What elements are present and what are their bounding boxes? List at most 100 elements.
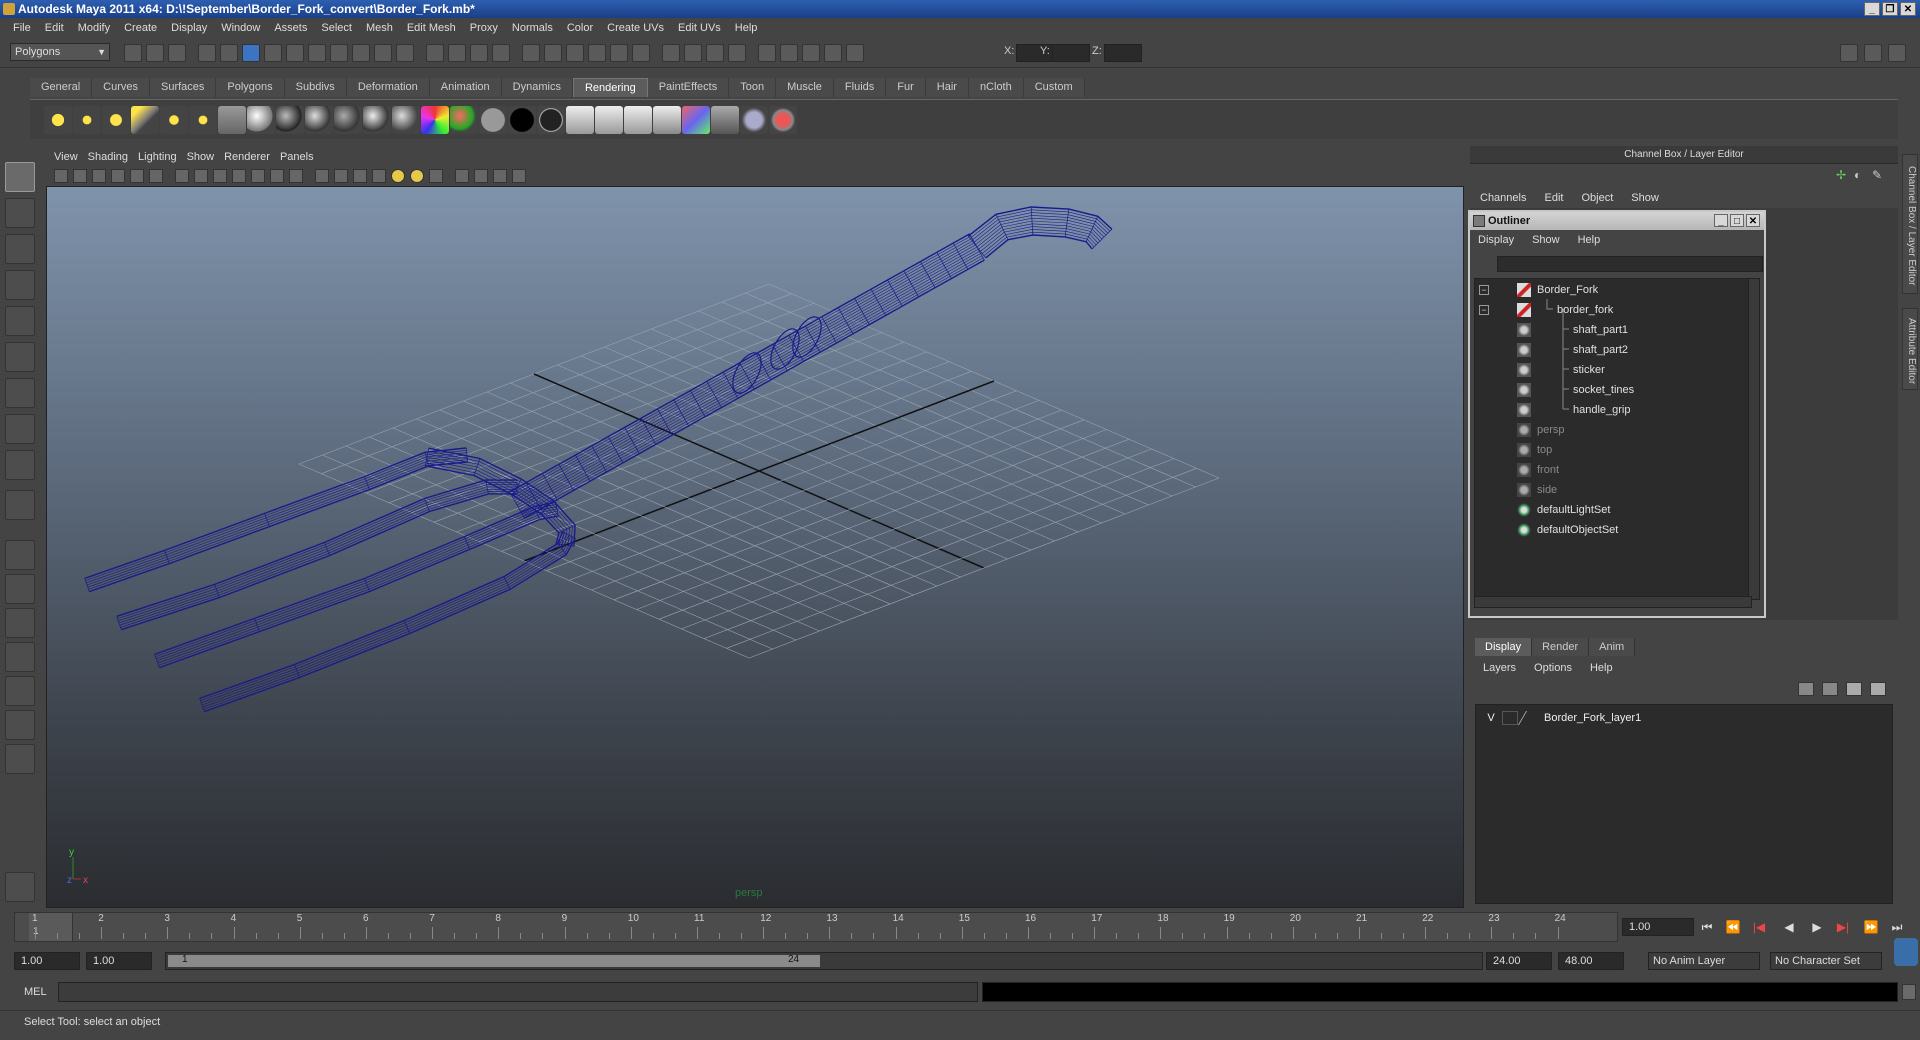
menu-display[interactable]: Display: [164, 22, 214, 34]
menu-create-uvs[interactable]: Create UVs: [600, 22, 671, 34]
spot-light-icon[interactable]: [131, 106, 159, 134]
render-current-icon[interactable]: [632, 44, 650, 62]
paint-effects-icon[interactable]: [769, 106, 797, 134]
image-plane-icon[interactable]: [111, 169, 125, 183]
menu-file[interactable]: File: [6, 22, 38, 34]
render-view-icon[interactable]: [653, 106, 681, 134]
restore-button[interactable]: ❐: [1882, 2, 1898, 16]
last-tool-icon[interactable]: [5, 490, 35, 520]
camera-icon[interactable]: [218, 106, 246, 134]
select-tool-icon[interactable]: [5, 162, 35, 192]
wireframe-icon[interactable]: [315, 169, 329, 183]
shelf-tab-custom[interactable]: Custom: [1023, 78, 1085, 97]
outliner-maximize-button[interactable]: □: [1730, 214, 1744, 227]
viewport-menu-renderer[interactable]: Renderer: [224, 151, 278, 163]
viewport-menu-show[interactable]: Show: [187, 151, 223, 163]
shelf-tab-fluids[interactable]: Fluids: [833, 78, 887, 97]
grease-pencil-icon[interactable]: [149, 169, 163, 183]
volume-light-icon[interactable]: [189, 106, 217, 134]
select-by-component-icon[interactable]: [242, 44, 260, 62]
isolate-select-icon[interactable]: [455, 169, 469, 183]
menu-select[interactable]: Select: [314, 22, 359, 34]
viewport-menu-panels[interactable]: Panels: [280, 151, 322, 163]
scale-tool-icon[interactable]: [5, 342, 35, 372]
new-layer-selected-icon[interactable]: [1822, 682, 1838, 696]
manipulator-tool-icon[interactable]: [5, 378, 35, 408]
shelf-tab-polygons[interactable]: Polygons: [216, 78, 285, 97]
render-settings-icon[interactable]: [624, 106, 652, 134]
toggle-tool-settings-icon[interactable]: [1888, 44, 1906, 62]
menu-set-dropdown[interactable]: Polygons ▼: [10, 43, 110, 61]
outliner-item[interactable]: shaft_part2: [1475, 341, 1751, 359]
step-forward-key-icon[interactable]: ▶|: [1832, 918, 1854, 936]
layer-row[interactable]: V Border_Fork_layer1: [1476, 709, 1892, 727]
high-quality-icon[interactable]: [429, 169, 443, 183]
menu-edit[interactable]: Edit: [38, 22, 71, 34]
layer-tab-display[interactable]: Display: [1475, 638, 1533, 656]
menu-color[interactable]: Color: [560, 22, 600, 34]
lock-selection-icon[interactable]: [264, 44, 282, 62]
toggle-channel-box-icon[interactable]: [1840, 44, 1858, 62]
viewport-menu-view[interactable]: View: [54, 151, 86, 163]
new-scene-icon[interactable]: [124, 44, 142, 62]
snap-view-plane-icon[interactable]: [544, 44, 562, 62]
bookmarks-icon[interactable]: [92, 169, 106, 183]
script-editor-icon[interactable]: [5, 872, 35, 902]
snap-grid-icon[interactable]: [470, 44, 488, 62]
new-layer-icon[interactable]: [1798, 682, 1814, 696]
save-scene-icon[interactable]: [168, 44, 186, 62]
safe-action-icon[interactable]: [270, 169, 284, 183]
layer-move-down-icon[interactable]: [1870, 682, 1886, 696]
shelf-tab-hair[interactable]: Hair: [925, 78, 969, 97]
outliner-item[interactable]: sticker: [1475, 361, 1751, 379]
safe-title-icon[interactable]: [289, 169, 303, 183]
pencil-icon[interactable]: ✎: [1872, 168, 1882, 182]
outliner-titlebar[interactable]: Outliner _ □ ✕: [1470, 212, 1764, 230]
layer-move-up-icon[interactable]: [1846, 682, 1862, 696]
viewport-menu-shading[interactable]: Shading: [88, 151, 136, 163]
scale-icon[interactable]: [802, 44, 820, 62]
layer-playback-toggle[interactable]: [1502, 711, 1518, 725]
shelf-tab-dynamics[interactable]: Dynamics: [501, 78, 573, 97]
ipr-render-icon[interactable]: [662, 44, 680, 62]
viewport-menu-lighting[interactable]: Lighting: [138, 151, 185, 163]
shelf-tab-curves[interactable]: Curves: [92, 78, 150, 97]
layer-visibility-toggle[interactable]: V: [1484, 709, 1498, 727]
xray-icon[interactable]: [474, 169, 488, 183]
lambert-icon[interactable]: [334, 106, 362, 134]
shelf-tab-fur[interactable]: Fur: [886, 78, 926, 97]
grid-icon[interactable]: [175, 169, 189, 183]
outliner-item[interactable]: − Border_Fork: [1475, 281, 1751, 299]
camera-attributes-icon[interactable]: [73, 169, 87, 183]
soft-mod-tool-icon[interactable]: [5, 414, 35, 444]
outliner-filter-input[interactable]: [1497, 256, 1763, 272]
select-curve-icon[interactable]: [330, 44, 348, 62]
hypershade-icon[interactable]: [682, 106, 710, 134]
persp-outliner-layout-icon[interactable]: [5, 608, 35, 638]
xray-joints-icon[interactable]: [493, 169, 507, 183]
step-back-key-icon[interactable]: |◀: [1748, 918, 1770, 936]
select-by-object-icon[interactable]: [220, 44, 238, 62]
outliner-item[interactable]: defaultObjectSet: [1475, 521, 1751, 539]
shelf-tab-animation[interactable]: Animation: [429, 78, 502, 97]
ipr-render-icon[interactable]: [595, 106, 623, 134]
outliner-item[interactable]: shaft_part1: [1475, 321, 1751, 339]
sphere-icon[interactable]: ◐: [1854, 168, 1861, 182]
layer-menu-layers[interactable]: Layers: [1483, 662, 1516, 674]
menu-mesh[interactable]: Mesh: [359, 22, 400, 34]
outliner-item[interactable]: side: [1475, 481, 1751, 499]
move-icon[interactable]: [846, 44, 864, 62]
layered-shader-icon[interactable]: [537, 106, 565, 134]
layer-tab-render[interactable]: Render: [1532, 638, 1590, 656]
go-to-end-icon[interactable]: ⏭: [1886, 918, 1908, 936]
minimize-button[interactable]: _: [1864, 2, 1880, 16]
outliner-menu-display[interactable]: Display: [1478, 234, 1514, 246]
time-slider[interactable]: 1123456789101112131415161718192021222324: [14, 912, 1618, 942]
ambient-light-icon[interactable]: [44, 106, 72, 134]
snap-curve-icon[interactable]: [492, 44, 510, 62]
end-time-field[interactable]: 48.00: [1558, 952, 1624, 970]
select-surface-icon[interactable]: [352, 44, 370, 62]
select-handle-icon[interactable]: [286, 44, 304, 62]
construction-icon[interactable]: [610, 44, 628, 62]
outliner-item[interactable]: defaultLightSet: [1475, 501, 1751, 519]
